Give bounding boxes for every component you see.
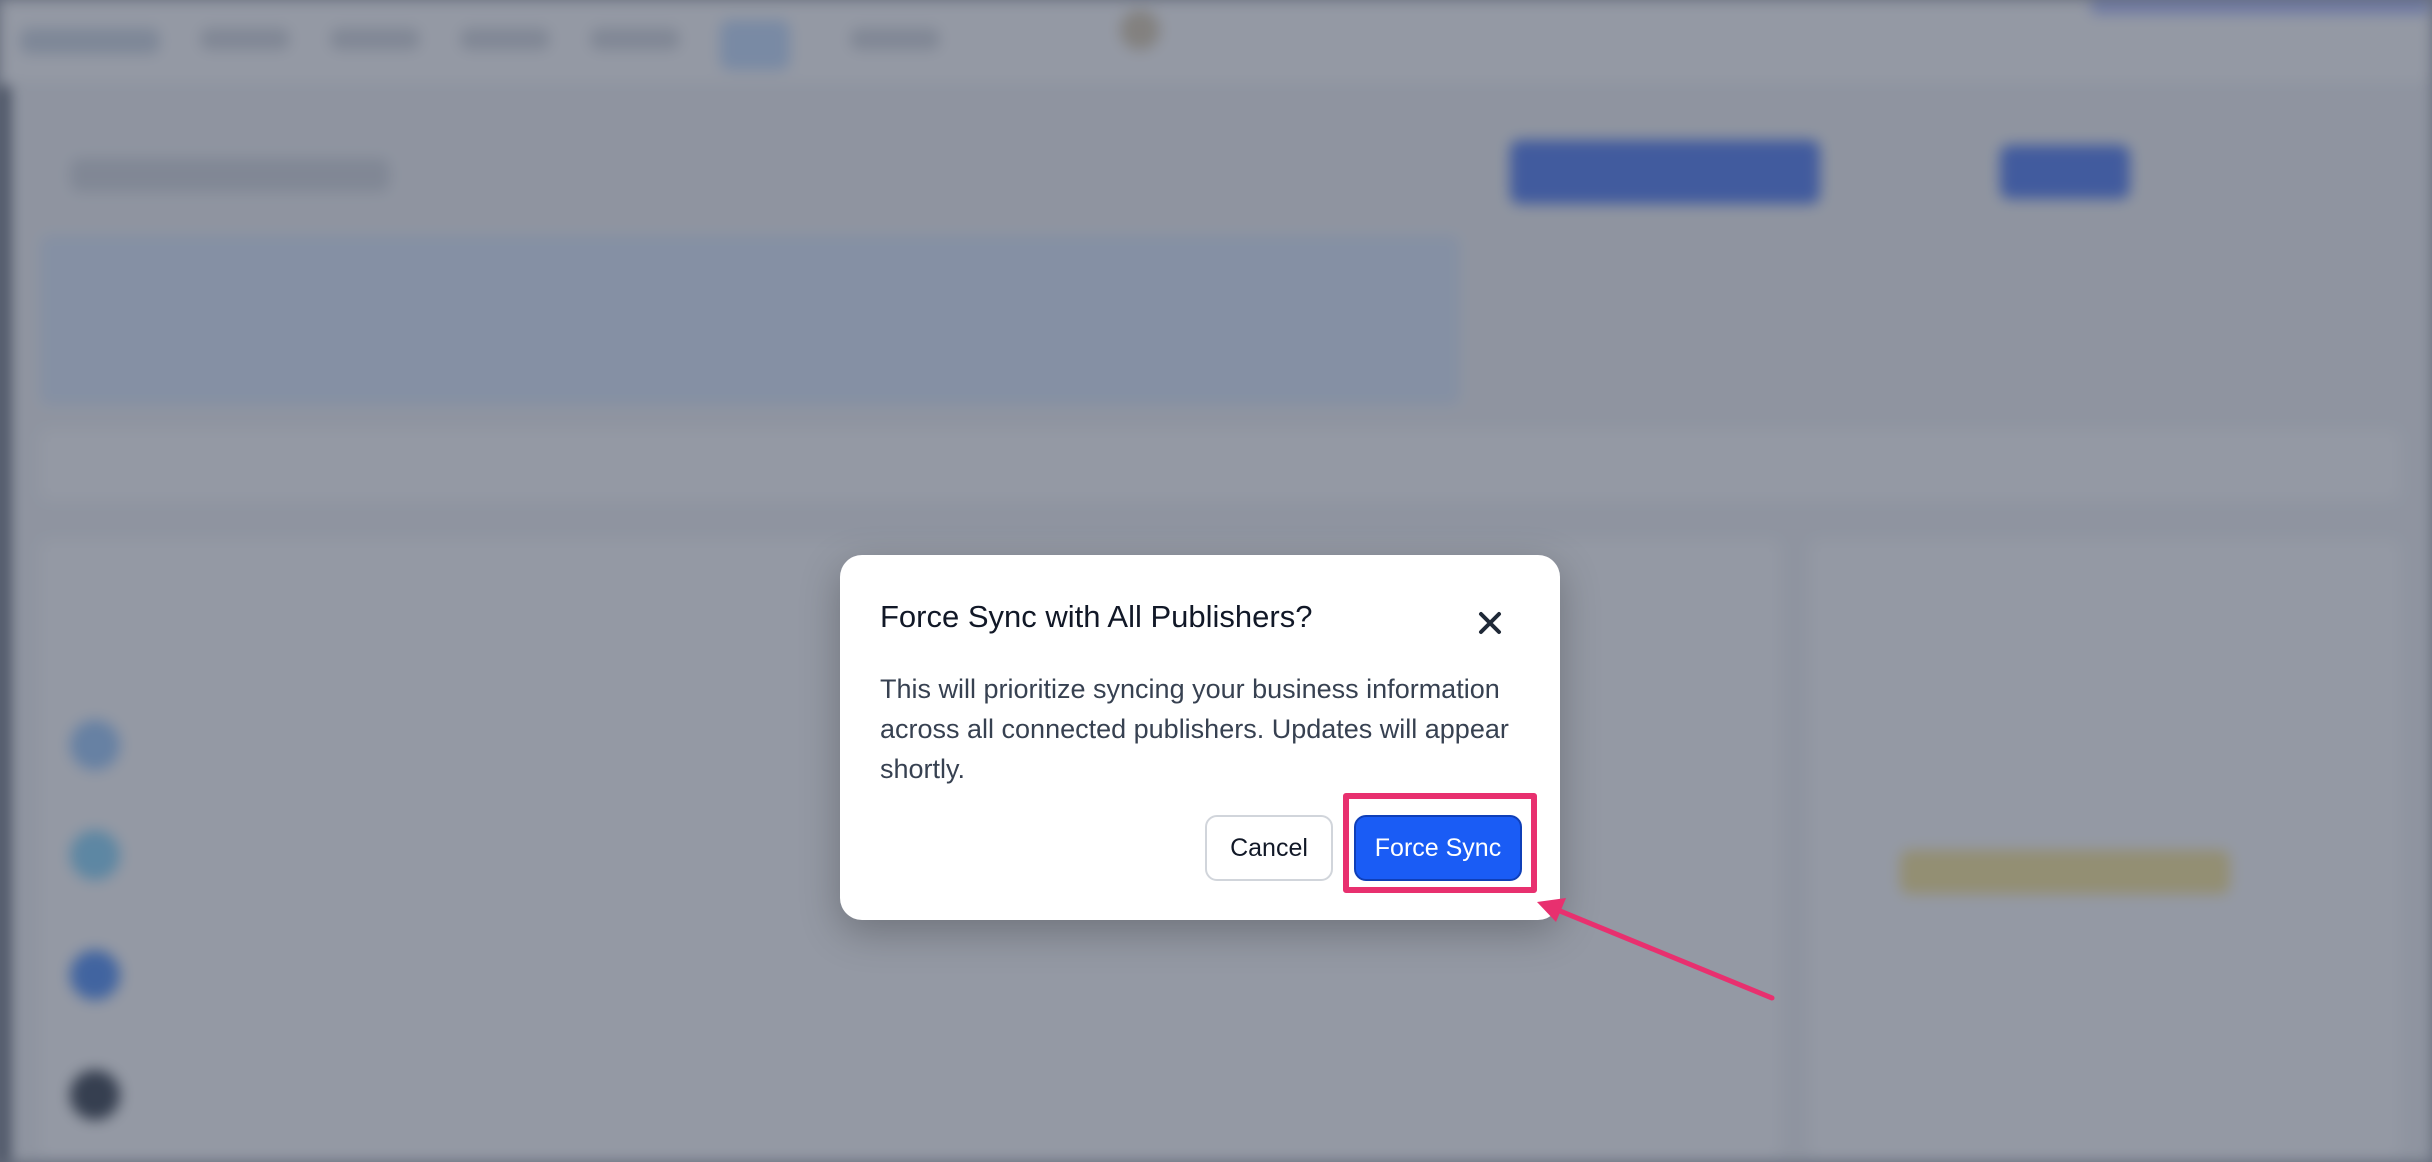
force-sync-dialog: Force Sync with All Publishers? This wil… bbox=[840, 555, 1560, 920]
force-sync-button[interactable]: Force Sync bbox=[1354, 815, 1522, 881]
close-icon bbox=[1479, 612, 1501, 634]
dialog-title: Force Sync with All Publishers? bbox=[880, 599, 1313, 634]
close-button[interactable] bbox=[1472, 605, 1508, 641]
dialog-message: This will prioritize syncing your busine… bbox=[880, 674, 1509, 784]
cancel-button[interactable]: Cancel bbox=[1205, 815, 1333, 881]
